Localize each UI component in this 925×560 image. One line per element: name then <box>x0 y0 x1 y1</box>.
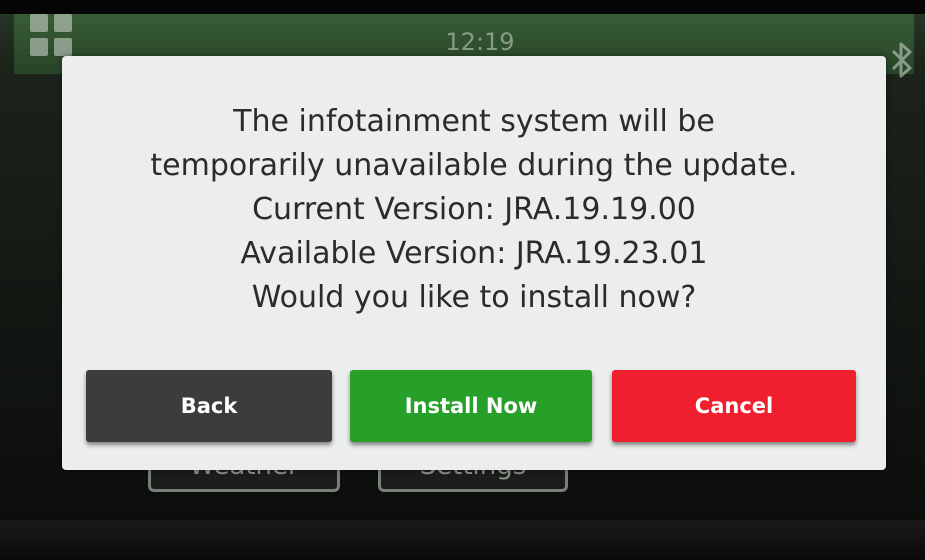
grid-apps-icon-square <box>54 14 72 32</box>
back-button[interactable]: Back <box>86 370 332 442</box>
message-line: temporarily unavailable during the updat… <box>150 148 798 183</box>
available-version-line: Available Version: JRA.19.23.01 <box>240 236 708 271</box>
infotainment-screen: 12:19 Weather Settings The infotainment … <box>0 0 925 560</box>
install-now-button[interactable]: Install Now <box>350 370 592 442</box>
current-version-line: Current Version: JRA.19.19.00 <box>252 192 696 227</box>
install-prompt-line: Would you like to install now? <box>251 280 697 315</box>
message-line: The infotainment system will be <box>233 104 715 139</box>
bluetooth-icon <box>891 42 912 78</box>
update-dialog: The infotainment system will be temporar… <box>62 56 886 470</box>
bottom-bezel <box>0 520 925 560</box>
update-message: The infotainment system will be temporar… <box>62 100 886 320</box>
grid-apps-icon-square <box>54 38 72 56</box>
top-bezel <box>0 0 925 14</box>
cancel-button[interactable]: Cancel <box>612 370 856 442</box>
clock: 12:19 <box>445 28 515 56</box>
grid-apps-icon-square <box>30 14 48 32</box>
grid-apps-icon-square <box>30 38 48 56</box>
grid-apps-icon[interactable] <box>30 14 72 56</box>
